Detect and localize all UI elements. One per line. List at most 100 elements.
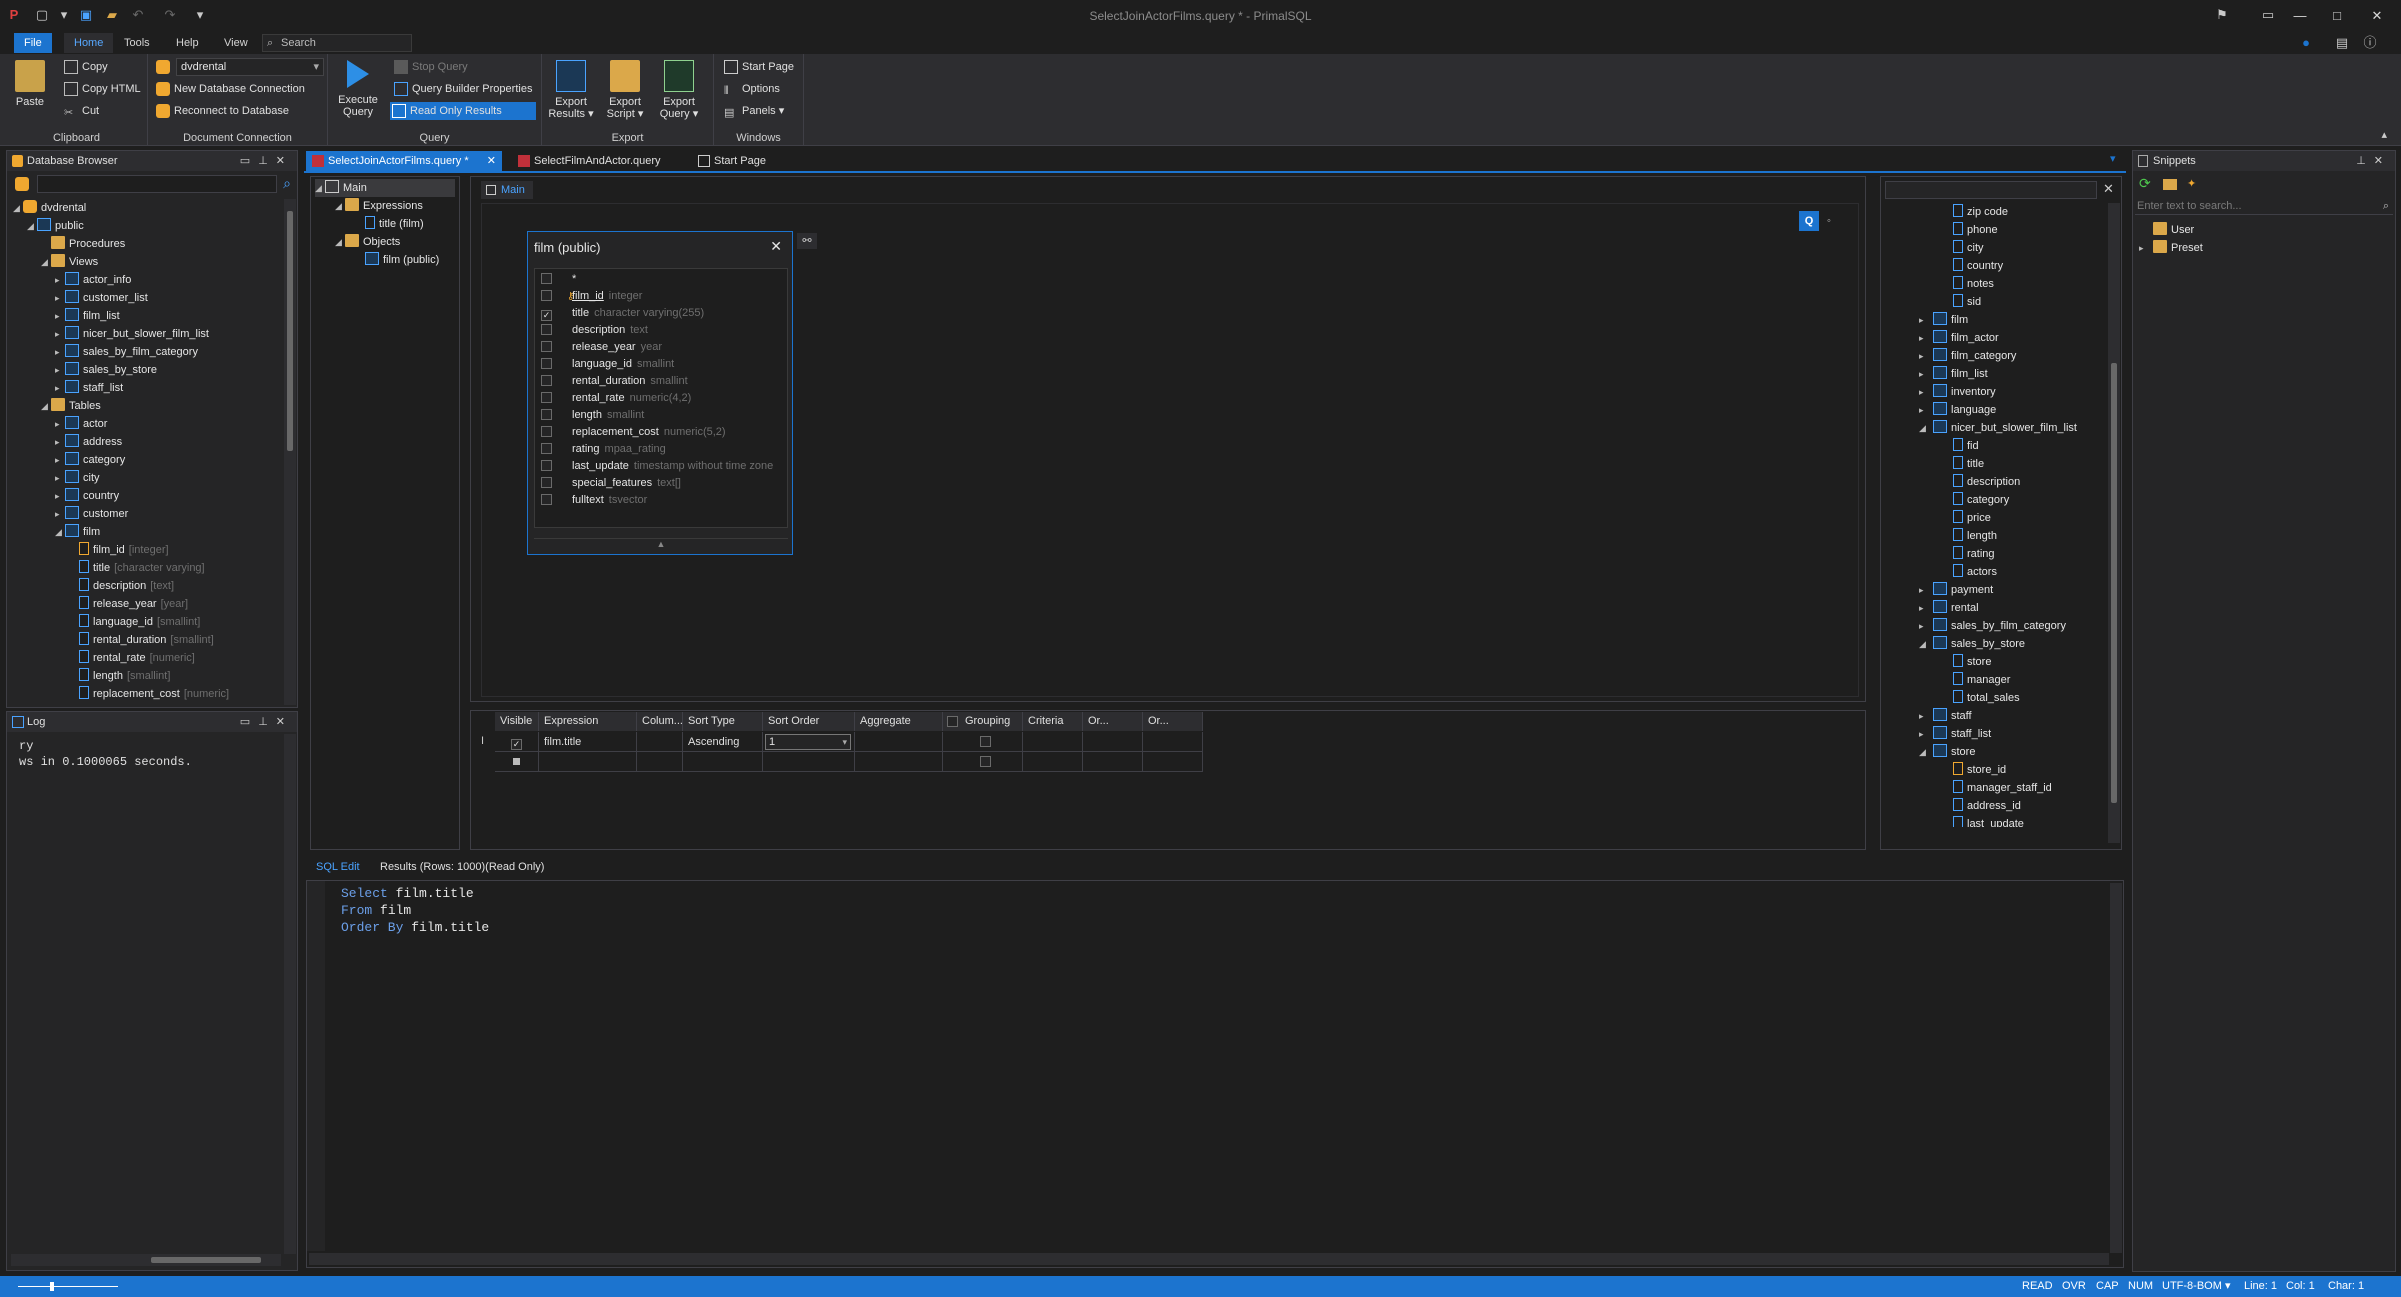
tree-node-table[interactable]: ▸ customer (55, 505, 128, 523)
new-row-cell[interactable] (763, 752, 855, 772)
expand-toggle-icon[interactable]: ◢ (1919, 419, 1933, 437)
close-button[interactable]: ✕ (2360, 4, 2394, 28)
tree-node-table[interactable]: ◢ film (55, 523, 100, 541)
expand-toggle-icon[interactable]: ▸ (1919, 311, 1933, 329)
aggregate-cell[interactable] (855, 732, 943, 752)
schema-node-col[interactable]: store (1953, 653, 1991, 671)
tree-node-view[interactable]: ▸ sales_by_film_category (55, 343, 198, 361)
field-checkbox[interactable] (541, 477, 552, 488)
tree-node-col[interactable]: language_id [smallint] (69, 613, 200, 631)
table-row[interactable]: ✓ film.title Ascending 1 ▾ (495, 732, 1235, 772)
schema-node-col[interactable]: price (1953, 509, 1991, 527)
table-field[interactable]: ⚷ film_id integer (541, 288, 642, 305)
tree-node-view[interactable]: ▸ staff_list (55, 379, 123, 397)
schema-node-col[interactable]: actors (1953, 563, 1997, 581)
expand-toggle-icon[interactable]: ▸ (55, 343, 65, 361)
sort-order-cell[interactable]: 1 ▾ (763, 732, 855, 752)
expand-toggle-icon[interactable]: ◢ (13, 199, 23, 217)
log-scrollbar-horizontal[interactable] (11, 1254, 281, 1266)
schema-node-col[interactable]: total_sales (1953, 689, 2020, 707)
new-row-cell[interactable] (1143, 752, 1203, 772)
query-builder-properties-button[interactable]: Query Builder Properties (392, 80, 532, 98)
tree-node-view[interactable]: ▸ nicer_but_slower_film_list (55, 325, 209, 343)
new-row-cell[interactable] (683, 752, 763, 772)
tab-view[interactable]: View (214, 33, 258, 53)
sort-order-select[interactable]: 1 ▾ (765, 734, 851, 750)
grid-header-visible[interactable]: Visible (495, 712, 539, 731)
new-row-cell[interactable] (855, 752, 943, 772)
schema-node-table[interactable]: ◢ store (1919, 743, 1975, 761)
field-checkbox[interactable] (541, 443, 552, 454)
maximize-button[interactable]: □ (2320, 4, 2354, 28)
schema-node-view[interactable]: ◢ sales_by_store (1919, 635, 2025, 653)
tab-select-join-actor-films[interactable]: SelectJoinActorFilms.query * ✕ (306, 151, 502, 171)
schema-node-col[interactable]: zip code (1953, 203, 2008, 221)
connect-icon[interactable] (15, 177, 29, 191)
tree-node-col[interactable]: length [smallint] (69, 667, 170, 685)
tab-sql-edit[interactable]: SQL Edit (308, 858, 368, 876)
zoom-slider[interactable] (18, 1286, 118, 1287)
tree-node-col[interactable]: replacement_cost [numeric] (69, 685, 229, 703)
schema-node-col[interactable]: fid (1953, 437, 1979, 455)
new-folder-icon[interactable] (2163, 179, 2177, 190)
expand-toggle-icon[interactable]: ▸ (1919, 347, 1933, 365)
expand-toggle-icon[interactable]: ◢ (27, 217, 37, 235)
expand-toggle-icon[interactable]: ▸ (55, 379, 65, 397)
schema-node-col[interactable]: description (1953, 473, 2020, 491)
refresh-icon[interactable]: ⟳ (2139, 175, 2151, 192)
tree-node-col[interactable]: title [character varying] (69, 559, 205, 577)
table-box-film[interactable]: film (public) ✕ * ⚷ film_id integer ✓ title ch… (527, 231, 793, 555)
grid-header-sort-type[interactable]: Sort Type (683, 712, 763, 731)
table-field[interactable]: ✓ title character varying(255) (541, 305, 704, 322)
panel-controls[interactable]: ▭⊥✕ (240, 151, 293, 171)
grid-header-criteria[interactable]: Criteria (1023, 712, 1083, 731)
export-query-button[interactable]: Export Query ▾ (654, 60, 704, 120)
schema-node-col[interactable]: manager_staff_id (1953, 779, 2052, 797)
search-input[interactable]: ⌕ Search (262, 34, 412, 52)
new-connection-button[interactable]: New Database Connection (154, 80, 305, 98)
new-snippet-icon[interactable]: ✦ (2187, 177, 2196, 190)
criteria-cell[interactable] (1023, 732, 1083, 752)
expand-toggle-icon[interactable]: ◢ (1919, 635, 1933, 653)
schema-node-col[interactable]: country (1953, 257, 2003, 275)
tree-node-object-item[interactable]: film (public) (365, 251, 439, 269)
table-field[interactable]: length smallint (541, 407, 644, 424)
new-row-expression-cell[interactable] (539, 752, 637, 772)
copy-html-button[interactable]: Copy HTML (62, 80, 141, 98)
field-checkbox[interactable] (541, 409, 552, 420)
grouping-checkbox[interactable] (979, 756, 991, 767)
grouping-all-checkbox[interactable] (947, 716, 958, 727)
tab-home[interactable]: Home (64, 33, 114, 53)
schema-node-table[interactable]: ▸ inventory (1919, 383, 1996, 401)
execute-query-button[interactable]: Execute Query (336, 60, 380, 118)
tab-file[interactable]: File (14, 33, 52, 53)
schema-node-col[interactable]: rating (1953, 545, 1995, 563)
expand-toggle-icon[interactable]: ▸ (55, 325, 65, 343)
reconnect-button[interactable]: Reconnect to Database (154, 102, 289, 120)
field-checkbox[interactable] (541, 358, 552, 369)
db-search-icon[interactable]: ⌕ (283, 175, 291, 192)
field-checkbox[interactable] (541, 290, 552, 301)
expand-toggle-icon[interactable]: ▸ (1919, 365, 1933, 383)
tree-node-view[interactable]: ▸ customer_list (55, 289, 148, 307)
collapse-ribbon-icon[interactable]: ▴ (2381, 128, 2387, 141)
field-checkbox[interactable] (541, 324, 552, 335)
tree-node-col[interactable]: description [text] (69, 577, 174, 595)
visible-cell[interactable]: ✓ (495, 732, 539, 752)
tree-node-view[interactable]: ▸ actor_info (55, 271, 131, 289)
tree-node-expression-item[interactable]: title (film) (365, 215, 424, 233)
zoom-icon[interactable]: ◦ (1821, 211, 1837, 231)
expand-toggle-icon[interactable]: ▸ (55, 361, 65, 379)
close-table-icon[interactable]: ✕ (770, 238, 782, 255)
schema-node-col[interactable]: city (1953, 239, 1984, 257)
schema-node-table[interactable]: ▸ film_actor (1919, 329, 1999, 347)
grouping-cell[interactable] (943, 732, 1023, 752)
schema-node-table[interactable]: ▸ language (1919, 401, 1996, 419)
schema-node-view[interactable]: ▸ sales_by_film_category (1919, 617, 2066, 635)
grid-header-grouping[interactable]: Grouping (943, 712, 1023, 731)
tree-node-table[interactable]: ▸ country (55, 487, 119, 505)
expand-toggle-icon[interactable]: ▸ (55, 433, 65, 451)
export-results-button[interactable]: Export Results ▾ (546, 60, 596, 120)
schema-node-col[interactable]: length (1953, 527, 1997, 545)
expand-toggle-icon[interactable]: ◢ (41, 397, 51, 415)
